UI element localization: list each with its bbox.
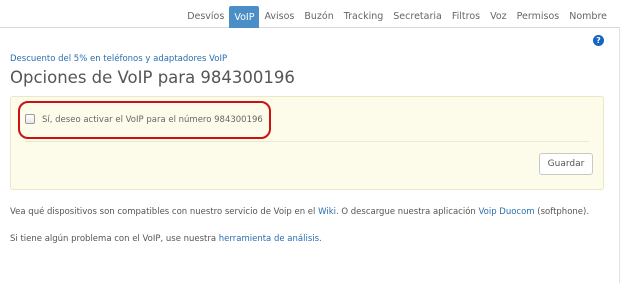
- tab-filtros[interactable]: Filtros: [447, 6, 485, 26]
- voip-duocom-link[interactable]: Voip Duocom: [478, 207, 534, 217]
- activate-voip-label[interactable]: Sí, deseo activar el VoIP para el número…: [42, 115, 263, 125]
- compat-text-1: Vea qué dispositivos son compatibles con…: [10, 207, 319, 217]
- tab-desvios[interactable]: Desvíos: [182, 6, 229, 26]
- tab-permisos[interactable]: Permisos: [512, 6, 565, 26]
- analysis-tool-link[interactable]: herramienta de análisis: [219, 234, 319, 244]
- activate-voip-checkbox[interactable]: [25, 114, 35, 124]
- top-navigation: Desvíos VoIP Avisos Buzón Tracking Secre…: [0, 0, 620, 28]
- compat-text-3: (softphone).: [534, 207, 590, 217]
- troubleshoot-info-text: Si tiene algún problema con el VoIP, use…: [10, 234, 322, 244]
- promo-link[interactable]: Descuento del 5% en teléfonos y adaptado…: [10, 54, 227, 64]
- tab-voz[interactable]: Voz: [485, 6, 512, 26]
- tab-tracking[interactable]: Tracking: [339, 6, 389, 26]
- troubleshoot-text-1: Si tiene algún problema con el VoIP, use…: [10, 234, 219, 244]
- help-icon[interactable]: ?: [593, 35, 604, 46]
- content-right-border: [619, 28, 620, 283]
- wiki-link[interactable]: Wiki: [318, 207, 336, 217]
- tab-buzon[interactable]: Buzón: [299, 6, 338, 26]
- tab-voip[interactable]: VoIP: [229, 6, 260, 28]
- compat-text-2: . O descargue nuestra aplicación: [335, 207, 479, 217]
- voip-options-panel: Sí, deseo activar el VoIP para el número…: [10, 96, 604, 190]
- page-title: Opciones de VoIP para 984300196: [10, 68, 295, 87]
- tab-bar: Desvíos VoIP Avisos Buzón Tracking Secre…: [182, 6, 612, 28]
- tab-avisos[interactable]: Avisos: [259, 6, 299, 26]
- troubleshoot-text-2: .: [319, 234, 322, 244]
- compat-info-text: Vea qué dispositivos son compatibles con…: [10, 207, 589, 217]
- tab-nombre[interactable]: Nombre: [564, 6, 612, 26]
- tab-secretaria[interactable]: Secretaria: [388, 6, 447, 26]
- panel-divider: [25, 141, 589, 142]
- save-button[interactable]: Guardar: [539, 153, 593, 175]
